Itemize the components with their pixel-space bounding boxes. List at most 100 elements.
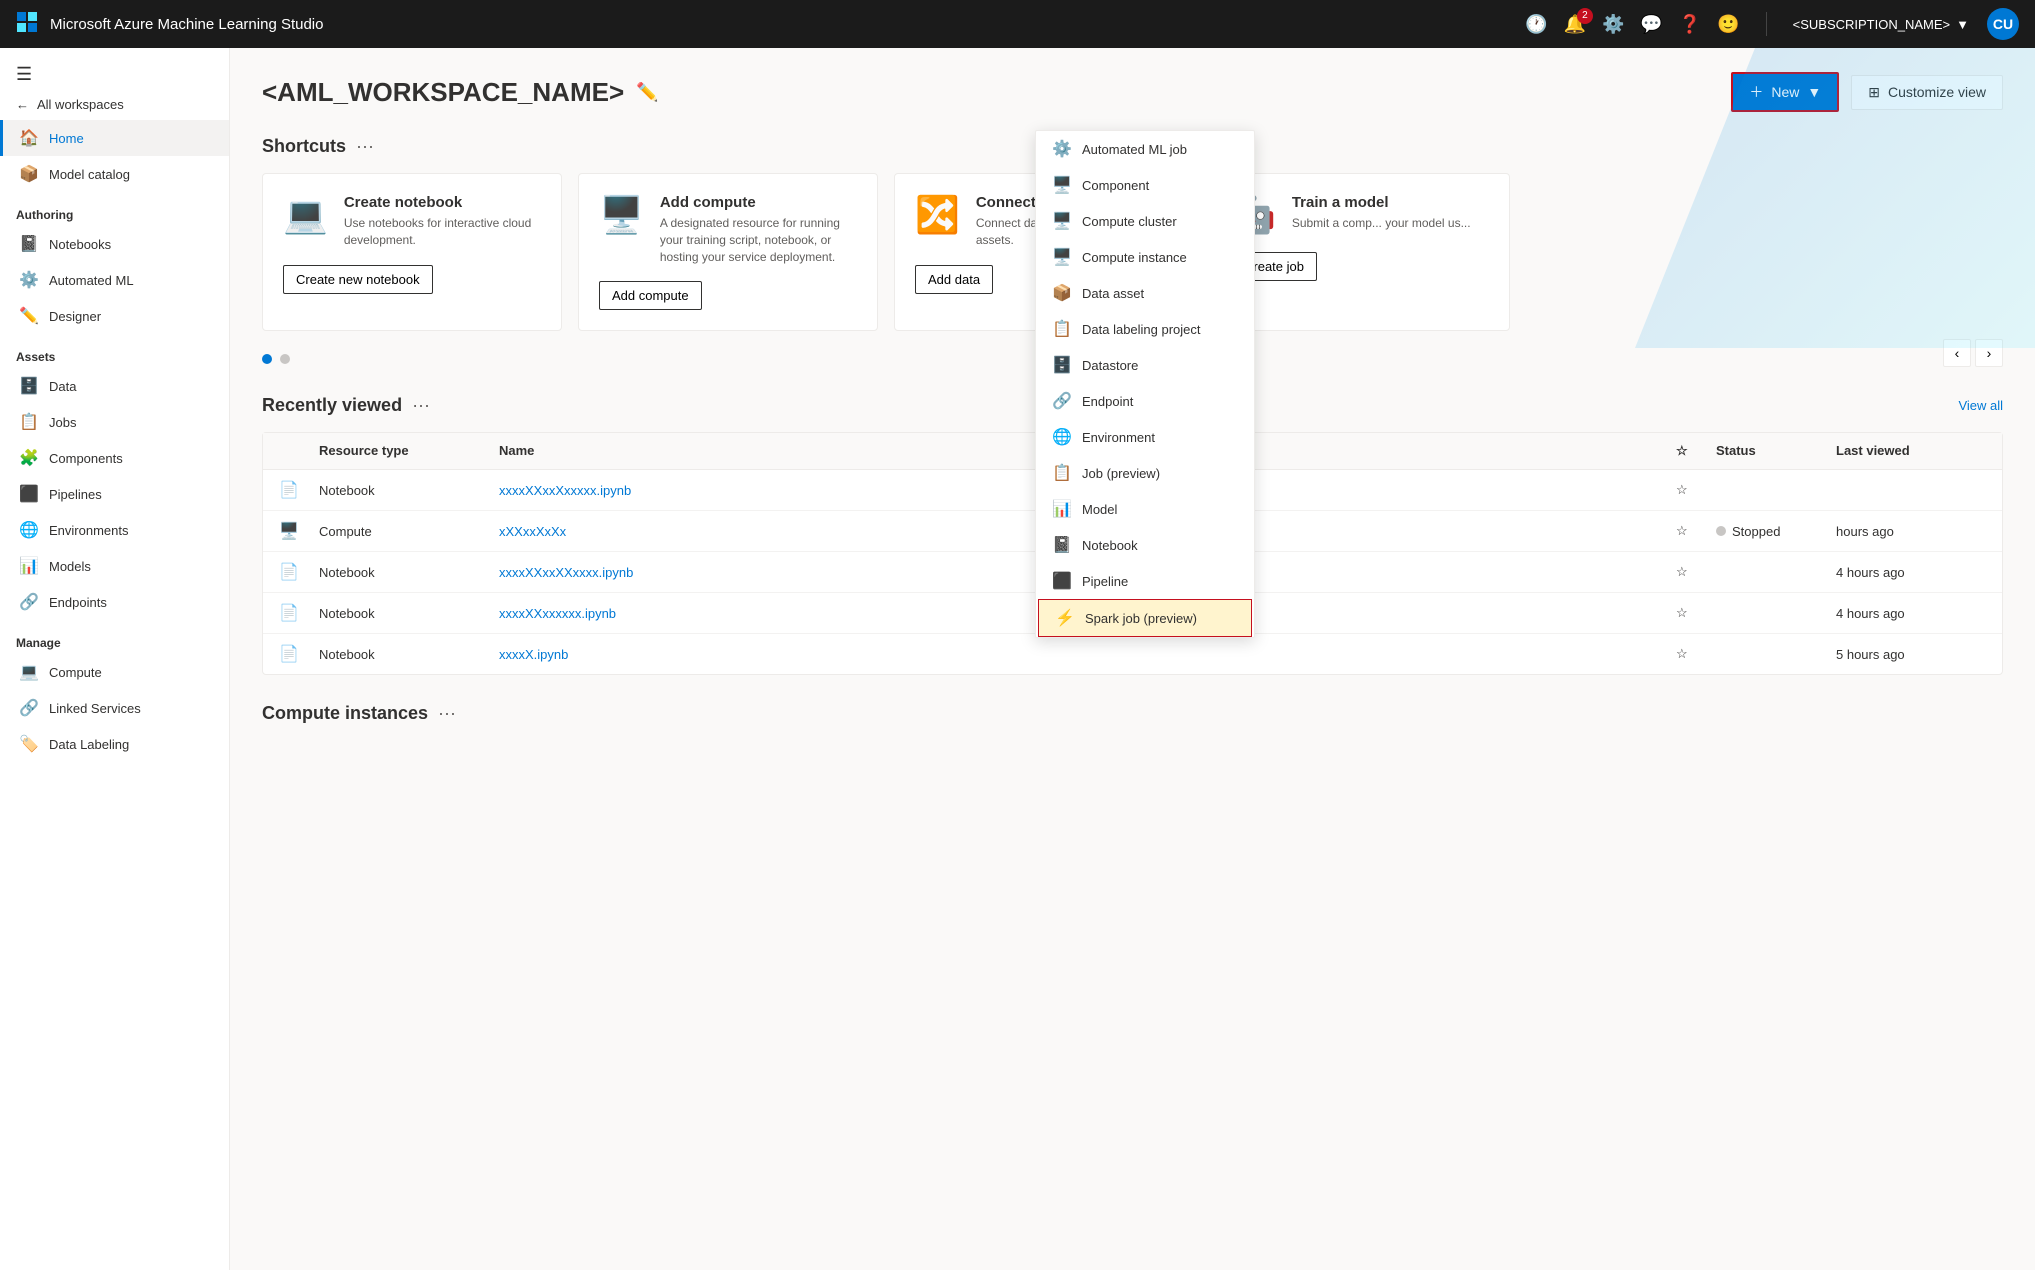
- dropdown-item-data-asset[interactable]: 📦 Data asset: [1036, 275, 1254, 311]
- row5-resource-type: Notebook: [319, 647, 499, 662]
- back-to-workspaces[interactable]: ← All workspaces: [0, 89, 229, 120]
- linked-services-icon: 🔗: [19, 698, 39, 718]
- dropdown-item-endpoint[interactable]: 🔗 Endpoint: [1036, 383, 1254, 419]
- sidebar-item-models[interactable]: 📊 Models: [0, 548, 229, 584]
- user-avatar[interactable]: CU: [1987, 8, 2019, 40]
- dropdown-item-data-asset-label: Data asset: [1082, 286, 1144, 301]
- sidebar-item-jobs[interactable]: 📋 Jobs: [0, 404, 229, 440]
- dropdown-item-data-labeling-project[interactable]: 📋 Data labeling project: [1036, 311, 1254, 347]
- model-catalog-icon: 📦: [19, 164, 39, 184]
- dropdown-item-compute-instance[interactable]: 🖥️ Compute instance: [1036, 239, 1254, 275]
- sidebar-item-linked-services[interactable]: 🔗 Linked Services: [0, 690, 229, 726]
- row4-name-link[interactable]: xxxxXXxxxxxx.ipynb: [499, 606, 616, 621]
- compute-manage-icon: 💻: [19, 662, 39, 682]
- shortcut-card-train[interactable]: 🤖 Train a model Submit a comp... your mo…: [1210, 173, 1510, 331]
- row3-name-link[interactable]: xxxxXXxxXXxxxx.ipynb: [499, 565, 633, 580]
- create-notebook-button[interactable]: Create new notebook: [283, 265, 433, 294]
- nav-icons: 🕐 🔔 2 ⚙️ 💬 ❓ 🙂: [1525, 14, 1740, 35]
- sidebar-item-components[interactable]: 🧩 Components: [0, 440, 229, 476]
- subscription-dropdown-icon: ▼: [1956, 17, 1969, 32]
- data-asset-icon: 📦: [1052, 283, 1072, 303]
- shortcuts-more-button[interactable]: ···: [356, 136, 374, 157]
- compute-instances-header: Compute instances ···: [262, 703, 2003, 724]
- row5-name-link[interactable]: xxxxX.ipynb: [499, 647, 568, 662]
- row5-icon: 📄: [279, 644, 319, 664]
- row2-name-link[interactable]: xXXxxXxXx: [499, 524, 566, 539]
- shortcut-card-compute[interactable]: 🖥️ Add compute A designated resource for…: [578, 173, 878, 331]
- sidebar-item-designer[interactable]: ✏️ Designer: [0, 298, 229, 334]
- dropdown-item-spark-job-preview[interactable]: ⚡ Spark job (preview): [1038, 599, 1252, 637]
- sidebar-item-data[interactable]: 🗄️ Data: [0, 368, 229, 404]
- dropdown-item-notebook[interactable]: 📓 Notebook: [1036, 527, 1254, 563]
- dropdown-item-component-label: Component: [1082, 178, 1149, 193]
- row2-status-label: Stopped: [1732, 524, 1780, 539]
- row4-last-viewed: 4 hours ago: [1836, 606, 1986, 621]
- sidebar-item-home[interactable]: 🏠 Home: [0, 120, 229, 156]
- sidebar-item-automated-ml[interactable]: ⚙️ Automated ML: [0, 262, 229, 298]
- shortcuts-title: Shortcuts: [262, 136, 346, 157]
- sidebar-item-home-label: Home: [49, 131, 84, 146]
- dropdown-item-compute-cluster[interactable]: 🖥️ Compute cluster: [1036, 203, 1254, 239]
- home-icon: 🏠: [19, 128, 39, 148]
- sidebar-item-environments[interactable]: 🌐 Environments: [0, 512, 229, 548]
- row2-star[interactable]: ☆: [1676, 523, 1716, 539]
- add-data-button[interactable]: Add data: [915, 265, 993, 294]
- compute-instances-more-button[interactable]: ···: [438, 703, 456, 724]
- data-shortcut-icon: 🔀: [915, 194, 960, 236]
- sidebar-item-compute[interactable]: 💻 Compute: [0, 654, 229, 690]
- shortcut-card-notebook[interactable]: 💻 Create notebook Use notebooks for inte…: [262, 173, 562, 331]
- automated-ml-icon: ⚙️: [19, 270, 39, 290]
- dropdown-item-automated-ml-job[interactable]: ⚙️ Automated ML job: [1036, 131, 1254, 167]
- dropdown-item-endpoint-label: Endpoint: [1082, 394, 1133, 409]
- environments-icon: 🌐: [19, 520, 39, 540]
- carousel-dot-2[interactable]: [280, 354, 290, 364]
- app-icon: [16, 11, 38, 38]
- dropdown-item-job-preview[interactable]: 📋 Job (preview): [1036, 455, 1254, 491]
- dropdown-item-component[interactable]: 🖥️ Component: [1036, 167, 1254, 203]
- recently-viewed-more-button[interactable]: ···: [412, 395, 430, 416]
- dropdown-item-model[interactable]: 📊 Model: [1036, 491, 1254, 527]
- row5-star[interactable]: ☆: [1676, 646, 1716, 662]
- pipeline-icon: ⬛: [1052, 571, 1072, 591]
- workspace-title-group: <AML_WORKSPACE_NAME> ✏️: [262, 77, 659, 108]
- dropdown-item-data-labeling-project-label: Data labeling project: [1082, 322, 1201, 337]
- dropdown-item-environment[interactable]: 🌐 Environment: [1036, 419, 1254, 455]
- dropdown-item-automated-ml-job-label: Automated ML job: [1082, 142, 1187, 157]
- train-card-title: Train a model: [1292, 194, 1471, 211]
- carousel-dot-1[interactable]: [262, 354, 272, 364]
- notification-icon[interactable]: 🔔 2: [1564, 14, 1586, 35]
- feedback-icon[interactable]: 💬: [1640, 14, 1662, 35]
- workspace-name: <AML_WORKSPACE_NAME>: [262, 77, 624, 108]
- add-compute-button[interactable]: Add compute: [599, 281, 702, 310]
- compute-instance-icon: 🖥️: [1052, 247, 1072, 267]
- sidebar-item-pipelines[interactable]: ⬛ Pipelines: [0, 476, 229, 512]
- sidebar-item-notebooks[interactable]: 📓 Notebooks: [0, 226, 229, 262]
- edit-workspace-icon[interactable]: ✏️: [636, 82, 658, 103]
- settings-icon[interactable]: ⚙️: [1602, 14, 1624, 35]
- col-last-viewed-header: Last viewed: [1836, 443, 1986, 459]
- dropdown-item-compute-instance-label: Compute instance: [1082, 250, 1187, 265]
- dropdown-item-pipeline[interactable]: ⬛ Pipeline: [1036, 563, 1254, 599]
- col-star-header: ☆: [1676, 443, 1716, 459]
- app-title: Microsoft Azure Machine Learning Studio: [50, 16, 323, 33]
- dropdown-item-datastore[interactable]: 🗄️ Datastore: [1036, 347, 1254, 383]
- hamburger-menu[interactable]: ☰: [0, 56, 229, 89]
- row1-star[interactable]: ☆: [1676, 482, 1716, 498]
- row1-name-link[interactable]: xxxxXXxxXxxxxx.ipynb: [499, 483, 631, 498]
- row4-star[interactable]: ☆: [1676, 605, 1716, 621]
- top-nav-left: Microsoft Azure Machine Learning Studio: [16, 11, 323, 38]
- dropdown-item-datastore-label: Datastore: [1082, 358, 1138, 373]
- view-all-link[interactable]: View all: [1958, 398, 2003, 413]
- compute-instances-title: Compute instances: [262, 703, 428, 724]
- subscription-selector[interactable]: <SUBSCRIPTION_NAME> ▼: [1793, 17, 1969, 32]
- row3-star[interactable]: ☆: [1676, 564, 1716, 580]
- sidebar-item-data-labeling[interactable]: 🏷️ Data Labeling: [0, 726, 229, 762]
- back-label: All workspaces: [37, 97, 124, 112]
- help-icon[interactable]: ❓: [1679, 14, 1701, 35]
- sidebar-item-compute-label: Compute: [49, 665, 102, 680]
- sidebar-item-endpoints[interactable]: 🔗 Endpoints: [0, 584, 229, 620]
- smiley-icon[interactable]: 🙂: [1717, 14, 1739, 35]
- assets-section-label: Assets: [0, 334, 229, 368]
- history-icon[interactable]: 🕐: [1525, 14, 1547, 35]
- sidebar-item-model-catalog[interactable]: 📦 Model catalog: [0, 156, 229, 192]
